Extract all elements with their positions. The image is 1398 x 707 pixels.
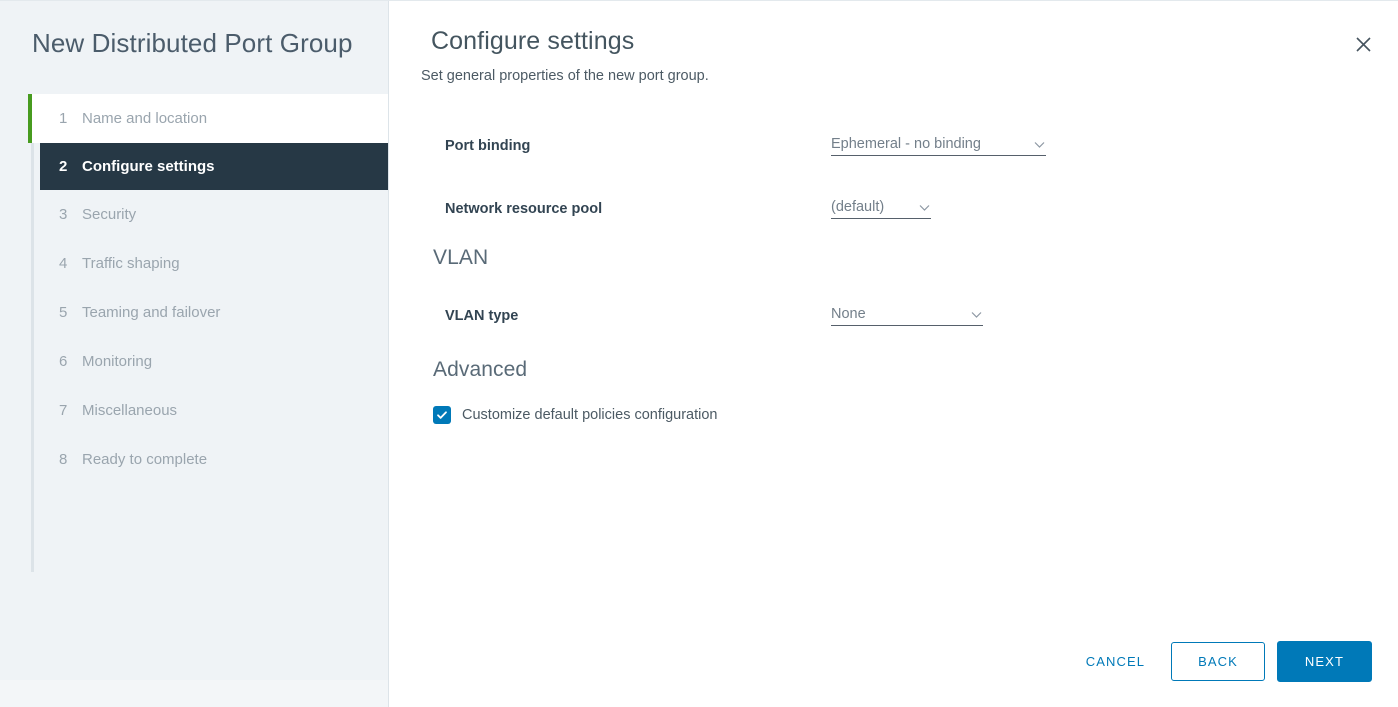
port-binding-label: Port binding bbox=[445, 138, 531, 154]
step-number: 1 bbox=[59, 110, 68, 127]
wizard-sidebar: New Distributed Port Group 1 Name and lo… bbox=[0, 1, 389, 707]
vlan-type-label: VLAN type bbox=[445, 308, 519, 324]
field-row-network-resource-pool: Network resource pool (default) bbox=[431, 183, 1398, 219]
step-number: 8 bbox=[59, 451, 68, 468]
back-button[interactable]: BACK bbox=[1171, 642, 1265, 681]
network-resource-pool-label: Network resource pool bbox=[445, 201, 603, 217]
sidebar-footer-band bbox=[0, 680, 388, 707]
step-label: Miscellaneous bbox=[82, 402, 178, 419]
sidebar-step-name-and-location[interactable]: 1 Name and location bbox=[31, 94, 388, 143]
step-number: 4 bbox=[59, 255, 68, 272]
network-resource-pool-value: (default) bbox=[831, 199, 885, 215]
page-title: Configure settings bbox=[431, 27, 635, 55]
step-label: Security bbox=[82, 206, 137, 223]
sidebar-step-security[interactable]: 3 Security bbox=[31, 190, 388, 239]
sidebar-step-ready-to-complete[interactable]: 8 Ready to complete bbox=[31, 435, 388, 484]
customize-default-policies-checkbox-row[interactable]: Customize default policies configuration bbox=[433, 406, 1398, 424]
chevron-down-icon bbox=[970, 308, 983, 321]
sidebar-step-monitoring[interactable]: 6 Monitoring bbox=[31, 337, 388, 386]
sidebar-step-miscellaneous[interactable]: 7 Miscellaneous bbox=[31, 386, 388, 435]
field-row-vlan-type: VLAN type None bbox=[431, 290, 1398, 326]
port-binding-select[interactable]: Ephemeral - no binding bbox=[831, 131, 1046, 156]
port-binding-value: Ephemeral - no binding bbox=[831, 136, 981, 152]
check-icon bbox=[436, 409, 448, 421]
step-label: Traffic shaping bbox=[82, 255, 180, 272]
chevron-down-icon bbox=[918, 201, 931, 214]
main-header: Configure settings Set general propertie… bbox=[389, 1, 1398, 84]
wizard-title: New Distributed Port Group bbox=[32, 28, 353, 58]
vlan-type-value: None bbox=[831, 306, 866, 322]
step-number: 2 bbox=[59, 158, 68, 175]
wizard-main-panel: Configure settings Set general propertie… bbox=[389, 1, 1398, 707]
settings-form: Port binding Ephemeral - no binding Netw… bbox=[389, 120, 1398, 424]
vlan-type-select[interactable]: None bbox=[831, 301, 983, 326]
customize-default-policies-checkbox[interactable] bbox=[433, 406, 451, 424]
close-icon[interactable] bbox=[1350, 31, 1376, 57]
cancel-button[interactable]: CANCEL bbox=[1070, 644, 1161, 679]
network-resource-pool-select[interactable]: (default) bbox=[831, 194, 931, 219]
field-row-port-binding: Port binding Ephemeral - no binding bbox=[431, 120, 1398, 156]
step-label: Monitoring bbox=[82, 353, 153, 370]
sidebar-step-teaming-and-failover[interactable]: 5 Teaming and failover bbox=[31, 288, 388, 337]
step-number: 7 bbox=[59, 402, 68, 419]
sidebar-step-traffic-shaping[interactable]: 4 Traffic shaping bbox=[31, 239, 388, 288]
chevron-down-icon bbox=[1033, 138, 1046, 151]
page-subtitle: Set general properties of the new port g… bbox=[421, 68, 709, 84]
customize-default-policies-label: Customize default policies configuration bbox=[462, 407, 718, 423]
step-number: 6 bbox=[59, 353, 68, 370]
step-label: Name and location bbox=[82, 110, 208, 127]
sidebar-step-configure-settings[interactable]: 2 Configure settings bbox=[40, 143, 388, 190]
step-number: 3 bbox=[59, 206, 68, 223]
new-distributed-port-group-wizard: New Distributed Port Group 1 Name and lo… bbox=[0, 0, 1398, 707]
step-label: Configure settings bbox=[82, 158, 215, 175]
step-number: 5 bbox=[59, 304, 68, 321]
wizard-step-list: 1 Name and location 2 Configure settings… bbox=[0, 94, 388, 572]
vlan-section-heading: VLAN bbox=[433, 246, 489, 269]
advanced-section-heading: Advanced bbox=[433, 358, 528, 381]
completed-step-accent bbox=[28, 94, 32, 143]
next-button[interactable]: NEXT bbox=[1276, 641, 1372, 682]
step-label: Ready to complete bbox=[82, 451, 208, 468]
step-label: Teaming and failover bbox=[82, 304, 221, 321]
wizard-footer: CANCEL BACK NEXT bbox=[1070, 641, 1372, 682]
